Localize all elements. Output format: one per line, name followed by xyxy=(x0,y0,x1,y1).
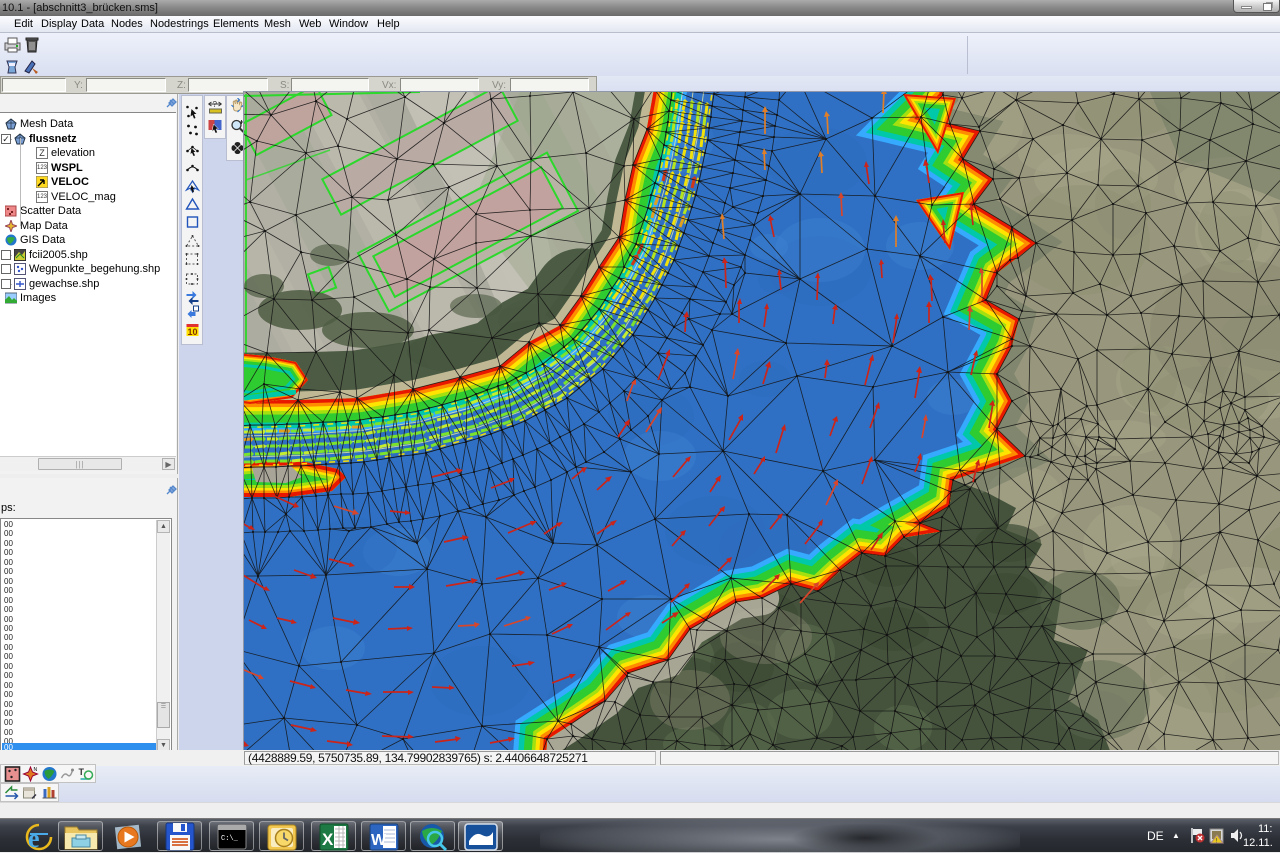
svg-text:W: W xyxy=(371,832,387,849)
svg-text:e: e xyxy=(28,824,40,852)
svg-text:X: X xyxy=(322,830,334,849)
svg-text:?: ? xyxy=(213,100,218,109)
svg-text:10: 10 xyxy=(188,327,198,337)
svg-text:N: N xyxy=(34,767,38,773)
svg-text:C:\_: C:\_ xyxy=(221,835,239,843)
svg-text:T: T xyxy=(79,767,85,777)
